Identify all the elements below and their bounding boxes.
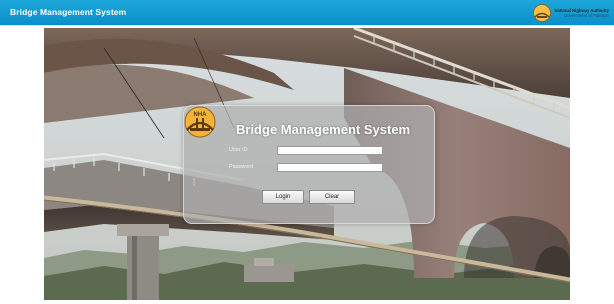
authority-subtitle: Government of Pakistan [564, 13, 609, 18]
background-bridge-photo: NHA Bridge Management System User ID Pas… [44, 28, 570, 300]
clear-button[interactable]: Clear [309, 190, 355, 204]
header-bar: Bridge Management System National Highwa… [0, 0, 614, 26]
logo-text: NHA [194, 112, 208, 118]
login-panel: NHA Bridge Management System User ID Pas… [183, 105, 435, 224]
login-button[interactable]: Login [262, 190, 304, 204]
app-title: Bridge Management System [10, 7, 127, 17]
login-title: Bridge Management System [236, 122, 411, 137]
authority-brand: National Highway Authority Government of… [533, 3, 609, 23]
nha-emblem-icon [533, 4, 552, 22]
password-input[interactable] [277, 163, 383, 172]
user-id-label: User ID [229, 147, 248, 153]
authority-text: National Highway Authority Government of… [554, 8, 609, 18]
user-id-input[interactable] [277, 146, 383, 155]
password-label: Password [229, 164, 254, 170]
nha-emblem-icon: NHA [184, 106, 216, 138]
